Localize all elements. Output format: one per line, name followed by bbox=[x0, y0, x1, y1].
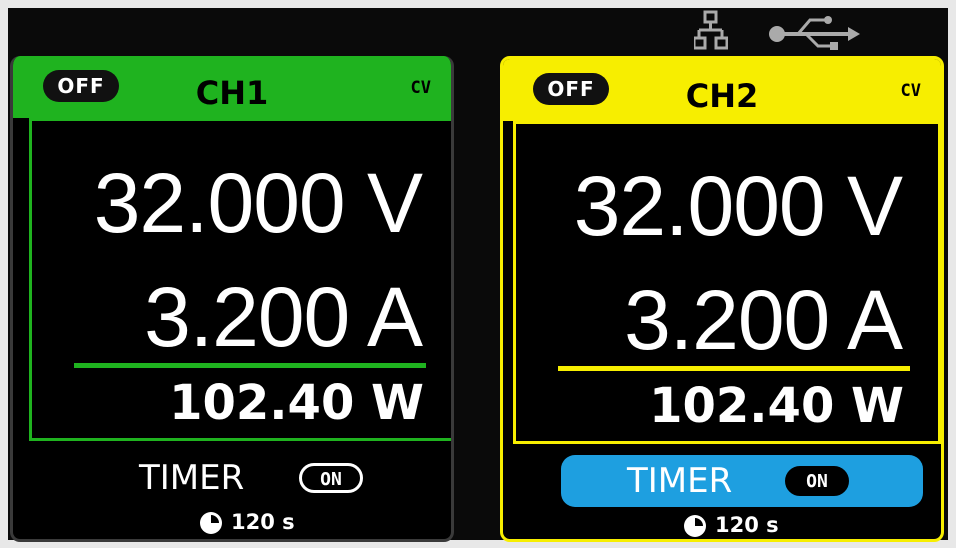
channel-2-header: OFF CH2 CV bbox=[503, 59, 941, 121]
channel-2-voltage[interactable]: 32.000 V bbox=[574, 158, 903, 255]
status-bar bbox=[690, 10, 870, 54]
channel-1-timer[interactable]: TIMER ON bbox=[13, 452, 451, 504]
channel-1-voltage[interactable]: 32.000 V bbox=[94, 155, 423, 252]
clock-icon bbox=[684, 515, 706, 537]
channel-2-timer[interactable]: TIMER ON bbox=[561, 455, 923, 507]
channel-1-power: 102.40 W bbox=[169, 375, 424, 431]
channel-2-current[interactable]: 3.200 A bbox=[624, 272, 903, 369]
channel-1-current[interactable]: 3.200 A bbox=[144, 269, 423, 366]
channel-2-readout: 32.000 V 3.200 A 102.40 W bbox=[513, 121, 941, 444]
channel-1-mode: CV bbox=[410, 78, 431, 98]
channel-2-timer-state[interactable]: ON bbox=[785, 466, 849, 496]
channel-1-timer-value-row: 120 s bbox=[13, 508, 451, 538]
channel-2-title: CH2 bbox=[685, 77, 759, 115]
channel-2-timer-value-row: 120 s bbox=[503, 511, 941, 539]
channel-1-timer-value: 120 s bbox=[231, 510, 295, 534]
channel-1-divider bbox=[74, 363, 426, 368]
channel-2-mode: CV bbox=[900, 81, 921, 101]
channel-2-power: 102.40 W bbox=[649, 378, 904, 434]
channel-1-readout: 32.000 V 3.200 A 102.40 W bbox=[29, 118, 451, 441]
channel-2-panel[interactable]: OFF CH2 CV 32.000 V 3.200 A 102.40 W TIM… bbox=[500, 56, 944, 542]
channel-2-divider bbox=[558, 366, 910, 371]
usb-icon bbox=[769, 16, 860, 50]
channel-1-panel[interactable]: OFF CH1 CV 32.000 V 3.200 A 102.40 W TIM… bbox=[10, 56, 454, 542]
channel-1-timer-label: TIMER bbox=[139, 458, 245, 498]
channel-1-header: OFF CH1 CV bbox=[13, 56, 451, 118]
lan-icon bbox=[694, 10, 728, 50]
channel-1-timer-state[interactable]: ON bbox=[299, 463, 363, 493]
channel-2-timer-label: TIMER bbox=[627, 461, 733, 501]
channel-1-title: CH1 bbox=[195, 74, 269, 112]
clock-icon bbox=[200, 512, 222, 534]
channel-2-timer-value: 120 s bbox=[715, 513, 779, 537]
